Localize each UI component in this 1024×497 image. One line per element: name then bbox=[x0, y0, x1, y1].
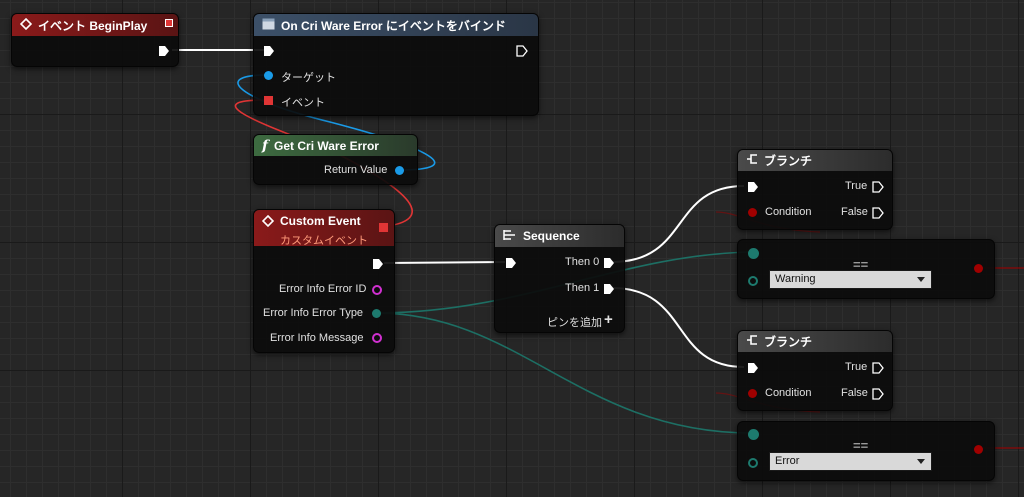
node-header: ブランチ bbox=[738, 331, 892, 352]
enum-input-pin-a[interactable] bbox=[748, 429, 759, 440]
node-title: Get Cri Ware Error bbox=[274, 138, 379, 153]
then0-label: Then 0 bbox=[565, 256, 600, 268]
true-label: True bbox=[845, 361, 868, 373]
node-header: イベント BeginPlay bbox=[12, 14, 178, 36]
false-output-pin[interactable] bbox=[872, 388, 884, 400]
node-header: f Get Cri Ware Error bbox=[254, 135, 417, 156]
enum-input-pin-b[interactable] bbox=[748, 276, 758, 286]
return-value-output-pin[interactable] bbox=[395, 166, 404, 175]
condition-input-pin[interactable] bbox=[748, 389, 757, 398]
error-id-label: Error Info Error ID bbox=[279, 283, 367, 295]
condition-label: Condition bbox=[765, 206, 812, 218]
exec-wire bbox=[611, 185, 745, 263]
equal-symbol: == bbox=[853, 438, 869, 453]
error-message-label: Error Info Message bbox=[270, 332, 364, 344]
bool-output-pin[interactable] bbox=[974, 445, 983, 454]
branch-node-2[interactable]: ブランチ True Condition False bbox=[737, 330, 893, 411]
true-output-pin[interactable] bbox=[872, 362, 884, 374]
sequence-icon bbox=[503, 229, 517, 244]
function-f-icon: f bbox=[262, 137, 269, 154]
node-title: ブランチ bbox=[764, 154, 813, 168]
event-diamond-icon bbox=[261, 214, 275, 230]
target-input-pin[interactable] bbox=[264, 71, 273, 80]
exec-input-pin[interactable] bbox=[505, 257, 517, 269]
condition-input-pin[interactable] bbox=[748, 208, 757, 217]
get-cri-ware-error-node[interactable]: f Get Cri Ware Error Return Value bbox=[253, 134, 418, 185]
node-header: On Cri Ware Error にイベントをバインド bbox=[254, 14, 538, 36]
delegate-output-pin[interactable] bbox=[165, 19, 173, 27]
branch-node-1[interactable]: ブランチ True Condition False bbox=[737, 149, 893, 230]
exec-output-pin[interactable] bbox=[372, 258, 384, 270]
delegate-output-pin[interactable] bbox=[379, 223, 388, 232]
false-output-pin[interactable] bbox=[872, 207, 884, 219]
branch-icon bbox=[746, 153, 758, 168]
branch-icon bbox=[746, 334, 758, 349]
condition-label: Condition bbox=[765, 387, 812, 399]
then1-output-pin[interactable] bbox=[603, 283, 615, 295]
custom-event-node[interactable]: Custom Event カスタムイベント Error Info Error I… bbox=[253, 209, 395, 353]
exec-wire bbox=[383, 261, 506, 264]
node-title: イベント BeginPlay bbox=[38, 18, 148, 33]
exec-input-pin[interactable] bbox=[747, 362, 759, 374]
exec-input-pin[interactable] bbox=[747, 181, 759, 193]
event-diamond-icon bbox=[19, 17, 33, 33]
bool-output-pin[interactable] bbox=[974, 264, 983, 273]
enum-value-dropdown[interactable]: Error bbox=[769, 452, 932, 471]
node-header: Sequence bbox=[495, 225, 624, 247]
equal-enum-node-2[interactable]: == Error bbox=[737, 421, 995, 481]
false-label: False bbox=[841, 206, 868, 218]
return-value-label: Return Value bbox=[324, 164, 388, 176]
exec-wire bbox=[611, 287, 745, 368]
node-title: ブランチ bbox=[764, 335, 813, 349]
error-id-output-pin[interactable] bbox=[372, 285, 382, 295]
event-input-pin[interactable] bbox=[264, 96, 273, 105]
chevron-down-icon bbox=[917, 277, 925, 282]
bind-event-node[interactable]: On Cri Ware Error にイベントをバインド ターゲット イベント bbox=[253, 13, 539, 116]
exec-output-pin[interactable] bbox=[158, 45, 170, 57]
node-subtitle: カスタムイベント bbox=[280, 235, 368, 247]
node-title: Sequence bbox=[523, 229, 580, 243]
exec-input-pin[interactable] bbox=[263, 45, 275, 57]
event-beginplay-node[interactable]: イベント BeginPlay bbox=[11, 13, 179, 67]
true-label: True bbox=[845, 180, 868, 192]
event-label: イベント bbox=[281, 97, 325, 109]
chevron-down-icon bbox=[917, 459, 925, 464]
sequence-node[interactable]: Sequence Then 0 Then 1 ピンを追加 + bbox=[494, 224, 625, 333]
enum-input-pin-a[interactable] bbox=[748, 248, 759, 259]
then0-output-pin[interactable] bbox=[603, 257, 615, 269]
false-label: False bbox=[841, 387, 868, 399]
error-type-output-pin[interactable] bbox=[372, 309, 381, 318]
dropdown-value: Warning bbox=[775, 273, 816, 285]
enum-value-dropdown[interactable]: Warning bbox=[769, 270, 932, 289]
equal-enum-node-1[interactable]: == Warning bbox=[737, 239, 995, 299]
target-label: ターゲット bbox=[281, 72, 336, 84]
error-type-label: Error Info Error Type bbox=[263, 307, 364, 319]
true-output-pin[interactable] bbox=[872, 181, 884, 193]
add-pin-label[interactable]: ピンを追加 bbox=[547, 314, 602, 330]
node-title: On Cri Ware Error にイベントをバインド bbox=[281, 18, 506, 33]
node-title: Custom Event bbox=[280, 214, 361, 228]
then1-label: Then 1 bbox=[565, 282, 600, 294]
error-message-output-pin[interactable] bbox=[372, 333, 382, 343]
bind-event-icon bbox=[262, 18, 275, 33]
plus-icon[interactable]: + bbox=[604, 311, 613, 328]
dropdown-value: Error bbox=[775, 455, 800, 467]
exec-output-pin[interactable] bbox=[516, 45, 528, 57]
node-header: ブランチ bbox=[738, 150, 892, 171]
enum-input-pin-b[interactable] bbox=[748, 458, 758, 468]
